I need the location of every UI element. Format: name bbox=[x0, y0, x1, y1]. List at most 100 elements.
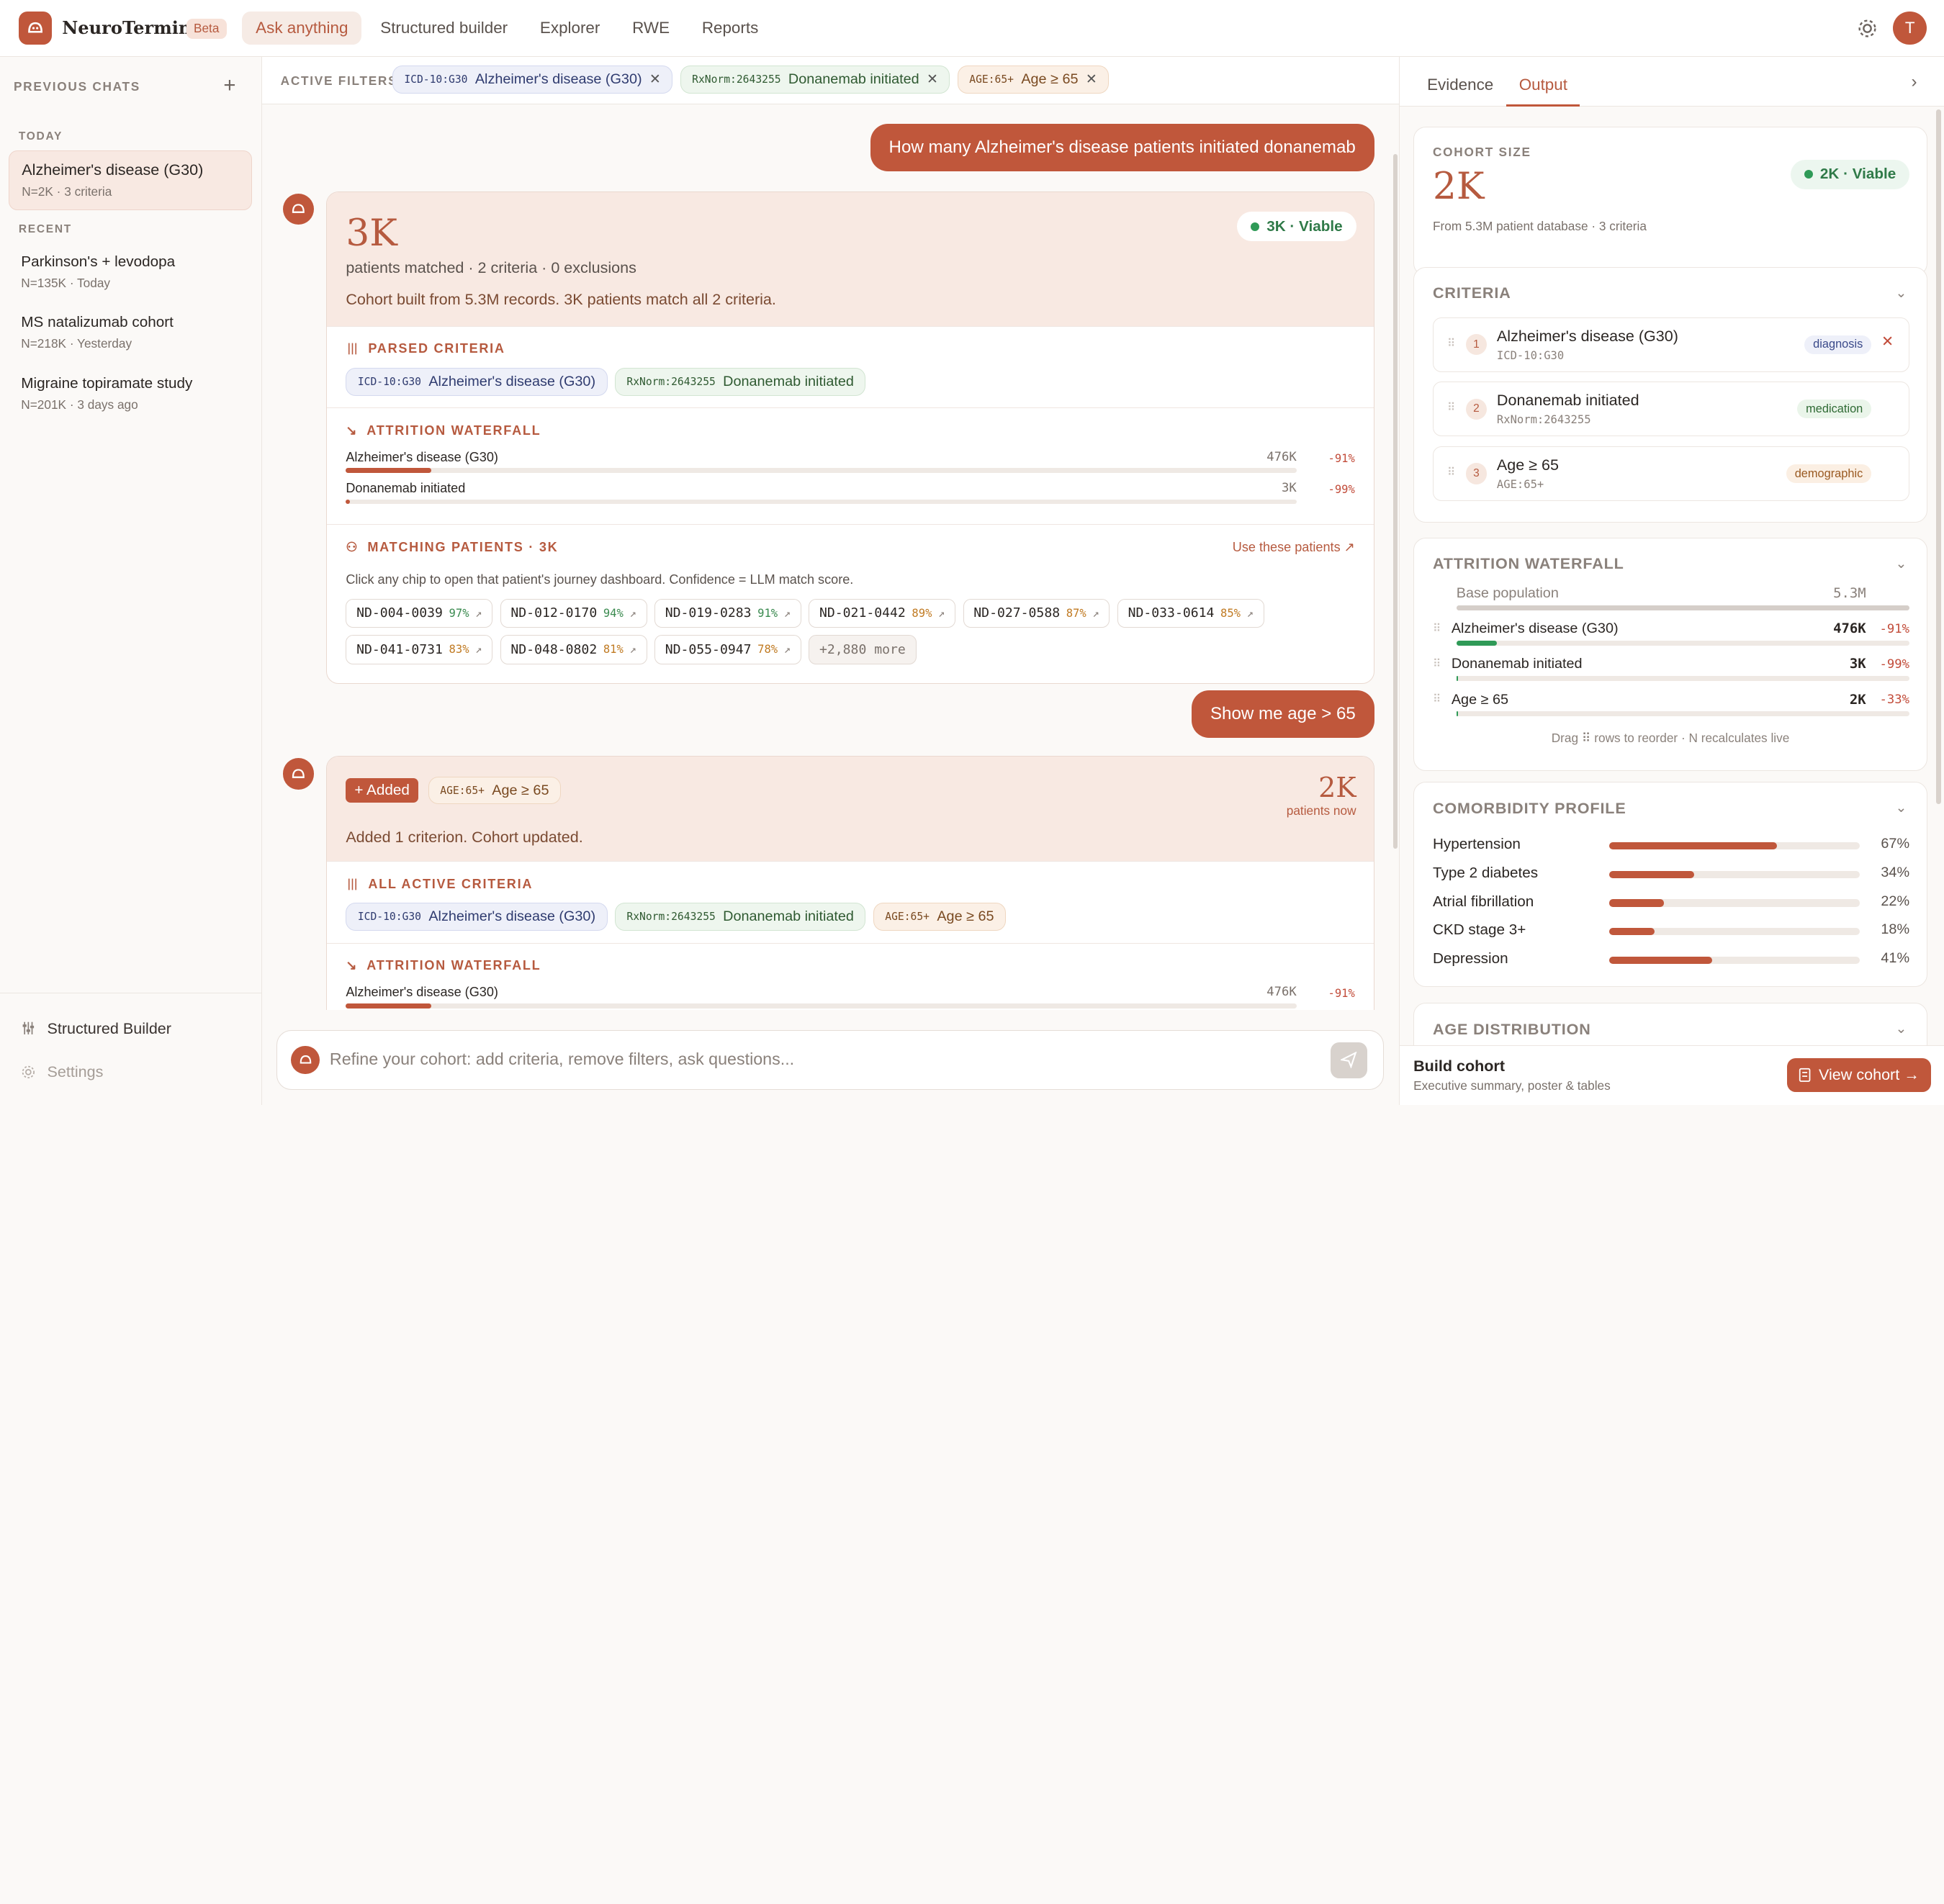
chat-title: Parkinson's + levodopa bbox=[21, 253, 176, 270]
criterion-chip[interactable]: AGE:65+ Age ≥ 65 bbox=[873, 903, 1007, 931]
chat-item-alzheimers[interactable]: Alzheimer's disease (G30) N=2K · 3 crite… bbox=[9, 150, 252, 211]
criterion-row[interactable]: ⠿ 2 Donanemab initiated RxNorm:2643255 m… bbox=[1432, 382, 1910, 437]
chat-subtitle: N=2K · 3 criteria bbox=[22, 184, 112, 199]
chat-item-migraine[interactable]: Migraine topiramate study N=201K · 3 day… bbox=[9, 365, 252, 422]
criterion-name: Donanemab initiated bbox=[1496, 391, 1639, 410]
chip-code: ICD-10:G30 bbox=[404, 73, 468, 86]
patient-chip[interactable]: ND-048-0802 81% ↗ bbox=[500, 635, 647, 664]
waterfall-row[interactable]: Base population 5.3M bbox=[1433, 585, 1910, 620]
remove-filter-icon[interactable]: ✕ bbox=[649, 71, 661, 88]
chip-code: AGE:65+ bbox=[969, 73, 1014, 86]
waterfall-fill bbox=[346, 1003, 432, 1009]
patient-chip[interactable]: ND-004-0039 97% ↗ bbox=[346, 598, 493, 628]
chevron-down-icon[interactable]: ⌄ bbox=[1895, 800, 1907, 816]
chip-label: Age ≥ 65 bbox=[492, 782, 549, 798]
feed-scrollbar[interactable] bbox=[1392, 153, 1398, 849]
waterfall-track bbox=[1456, 640, 1910, 646]
panel-scrollbar[interactable] bbox=[1936, 109, 1941, 805]
criterion-chip[interactable]: ICD-10:G30 Alzheimer's disease (G30) bbox=[346, 903, 608, 931]
chip-code: AGE:65+ bbox=[885, 910, 930, 923]
new-chat-plus-icon[interactable]: + bbox=[223, 73, 235, 98]
filter-chip-donanemab[interactable]: RxNorm:2643255 Donanemab initiated ✕ bbox=[680, 66, 950, 94]
patient-id: ND-041-0731 bbox=[356, 641, 443, 657]
document-icon bbox=[1799, 1068, 1811, 1082]
nav-reports[interactable]: Reports bbox=[688, 12, 772, 45]
criterion-chip[interactable]: AGE:65+ Age ≥ 65 bbox=[428, 776, 561, 805]
structured-builder-link[interactable]: Structured Builder bbox=[21, 1019, 171, 1038]
remove-criterion-icon[interactable]: ✕ bbox=[1881, 333, 1894, 351]
drag-handle-icon[interactable]: ⠿ bbox=[1447, 337, 1455, 351]
waterfall-track bbox=[1456, 675, 1910, 681]
criterion-chip[interactable]: RxNorm:2643255 Donanemab initiated bbox=[614, 903, 866, 931]
patient-id: ND-027-0588 bbox=[973, 605, 1061, 621]
criterion-chip[interactable]: ICD-10:G30 Alzheimer's disease (G30) bbox=[346, 367, 608, 396]
build-cohort-subtitle: Executive summary, poster & tables bbox=[1413, 1078, 1611, 1093]
filter-chip-age[interactable]: AGE:65+ Age ≥ 65 ✕ bbox=[957, 66, 1110, 94]
confidence-score: 89% bbox=[912, 606, 932, 620]
chevron-down-icon[interactable]: ⌄ bbox=[1895, 1021, 1907, 1037]
waterfall-row[interactable]: ⠿ Donanemab initiated 3K -99% bbox=[1433, 656, 1910, 690]
app-logo-icon[interactable] bbox=[18, 11, 53, 45]
comorbidity-row: Depression 41% bbox=[1433, 950, 1909, 978]
collapse-panel-chevron-icon[interactable]: › bbox=[1912, 72, 1917, 92]
chip-code: ICD-10:G30 bbox=[357, 375, 421, 388]
chip-label: Donanemab initiated bbox=[723, 908, 854, 924]
use-these-patients-link[interactable]: Use these patients ↗ bbox=[1233, 540, 1355, 555]
chevron-down-icon[interactable]: ⌄ bbox=[1895, 556, 1907, 572]
chat-item-ms[interactable]: MS natalizumab cohort N=218K · Yesterday bbox=[9, 304, 252, 361]
user-avatar[interactable]: T bbox=[1893, 11, 1927, 45]
nav-ask-anything[interactable]: Ask anything bbox=[242, 11, 362, 45]
patient-chip[interactable]: ND-021-0442 89% ↗ bbox=[809, 598, 956, 628]
viable-label: 3K · Viable bbox=[1266, 217, 1343, 235]
nav-explorer[interactable]: Explorer bbox=[526, 12, 613, 45]
sliders-icon bbox=[348, 878, 357, 890]
more-patients-chip[interactable]: +2,880 more bbox=[809, 635, 917, 664]
remove-filter-icon[interactable]: ✕ bbox=[927, 71, 938, 88]
criterion-row[interactable]: ⠿ 3 Age ≥ 65 AGE:65+ demographic bbox=[1432, 446, 1910, 501]
drag-handle-icon[interactable]: ⠿ bbox=[1433, 692, 1441, 706]
waterfall-fill bbox=[346, 468, 432, 474]
patient-chip[interactable]: ND-033-0614 85% ↗ bbox=[1117, 598, 1264, 628]
remove-filter-icon[interactable]: ✕ bbox=[1086, 71, 1097, 88]
viable-badge: 3K · Viable bbox=[1236, 212, 1356, 242]
chevron-down-icon[interactable]: ⌄ bbox=[1895, 285, 1907, 302]
waterfall-row: Alzheimer's disease (G30) 476K -91% bbox=[346, 450, 1355, 481]
gear-icon[interactable] bbox=[1856, 17, 1878, 40]
drag-handle-icon[interactable]: ⠿ bbox=[1433, 657, 1441, 671]
comorbidity-value: 22% bbox=[1881, 893, 1910, 909]
settings-link[interactable]: Settings bbox=[21, 1062, 103, 1081]
nav-rwe[interactable]: RWE bbox=[618, 12, 683, 45]
patient-chip[interactable]: ND-019-0283 91% ↗ bbox=[654, 598, 801, 628]
waterfall-row[interactable]: ⠿ Age ≥ 65 2K -33% bbox=[1433, 692, 1910, 726]
confidence-score: 87% bbox=[1066, 606, 1086, 620]
patient-chip[interactable]: ND-027-0588 87% ↗ bbox=[963, 598, 1110, 628]
view-cohort-button[interactable]: View cohort → bbox=[1787, 1058, 1932, 1092]
build-cohort-title: Build cohort bbox=[1413, 1057, 1505, 1075]
waterfall-row-pct: -91% bbox=[1328, 987, 1355, 1001]
result-description: Cohort built from 5.3M records. 3K patie… bbox=[346, 289, 776, 308]
filter-chip-alzheimers[interactable]: ICD-10:G30 Alzheimer's disease (G30) ✕ bbox=[392, 66, 673, 94]
chat-input[interactable] bbox=[329, 1043, 1298, 1076]
drag-handle-icon[interactable]: ⠿ bbox=[1433, 622, 1441, 636]
beta-badge: Beta bbox=[186, 18, 227, 39]
patient-chip[interactable]: ND-041-0731 83% ↗ bbox=[346, 635, 493, 664]
criterion-row[interactable]: ⠿ 1 Alzheimer's disease (G30) ICD-10:G30… bbox=[1432, 317, 1910, 372]
comorbidity-track bbox=[1608, 899, 1860, 907]
criterion-type-tag: medication bbox=[1797, 400, 1872, 419]
waterfall-row[interactable]: ⠿ Alzheimer's disease (G30) 476K -91% bbox=[1433, 621, 1910, 655]
drag-handle-icon[interactable]: ⠿ bbox=[1447, 466, 1455, 479]
cohort-size-label: COHORT SIZE bbox=[1432, 144, 1531, 159]
nav-structured-builder[interactable]: Structured builder bbox=[366, 12, 521, 45]
tab-output[interactable]: Output bbox=[1506, 76, 1580, 107]
chat-item-parkinsons[interactable]: Parkinson's + levodopa N=135K · Today bbox=[9, 243, 252, 300]
chat-subtitle: N=201K · 3 days ago bbox=[21, 397, 138, 412]
patient-chip[interactable]: ND-012-0170 94% ↗ bbox=[500, 598, 647, 628]
waterfall-fill bbox=[1456, 640, 1498, 646]
users-icon: ⚇ bbox=[346, 540, 359, 555]
criterion-chip[interactable]: RxNorm:2643255 Donanemab initiated bbox=[614, 367, 866, 396]
comorbidity-fill bbox=[1608, 842, 1778, 850]
tab-evidence[interactable]: Evidence bbox=[1427, 76, 1493, 94]
patient-chip[interactable]: ND-055-0947 78% ↗ bbox=[654, 635, 801, 664]
send-button[interactable] bbox=[1330, 1042, 1368, 1078]
drag-handle-icon[interactable]: ⠿ bbox=[1447, 401, 1455, 415]
